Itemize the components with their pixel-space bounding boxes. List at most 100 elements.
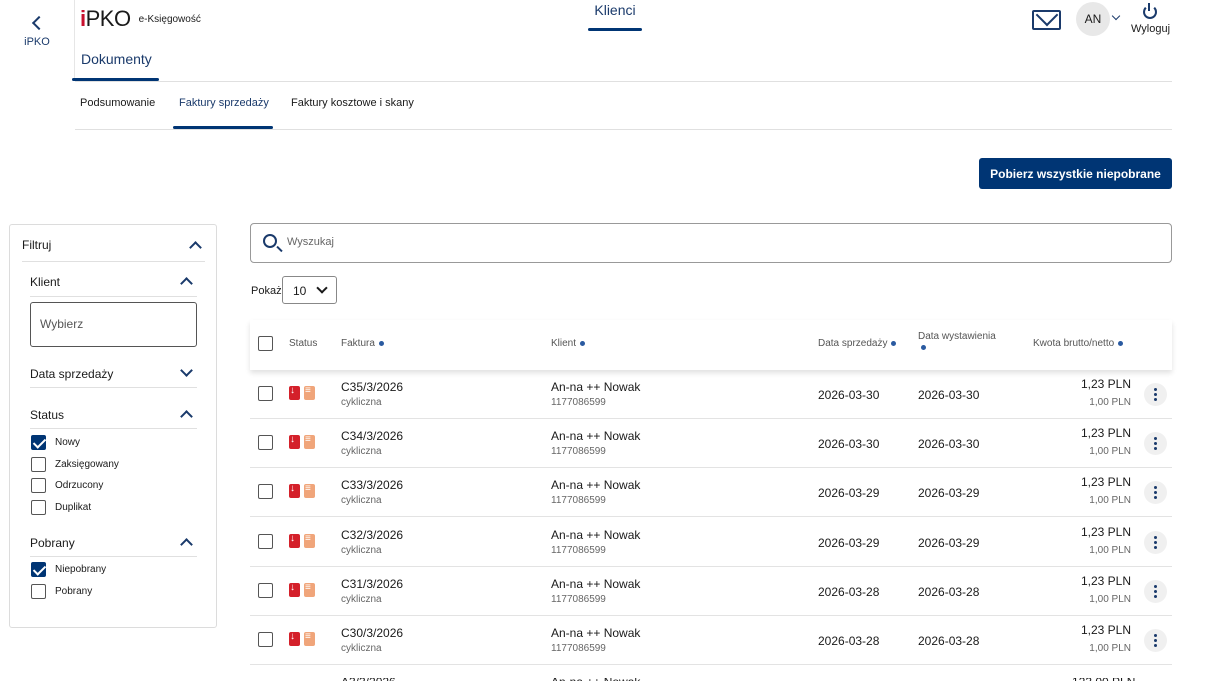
invoice-number[interactable]: C34/3/2026 [341, 429, 403, 443]
invoice-number[interactable]: C31/3/2026 [341, 577, 403, 591]
checkbox-label: Nowy [55, 437, 81, 448]
power-icon[interactable] [1143, 3, 1157, 19]
client-name: An-na ++ Nowak [551, 577, 641, 591]
sort-icon[interactable] [580, 340, 586, 346]
sale-date: 2026-03-29 [818, 486, 880, 500]
pdf-download-icon[interactable] [289, 434, 300, 449]
search-icon [263, 234, 277, 248]
table-row[interactable]: C33/3/2026 cykliczna An-na ++ Nowak 1177086… [250, 468, 1172, 517]
more-options-icon[interactable] [1144, 629, 1167, 652]
table-row[interactable]: C35/3/2026 cykliczna An-na ++ Nowak 1177086… [250, 370, 1172, 419]
more-options-icon[interactable] [1144, 481, 1167, 504]
issue-date: 2026-03-28 [918, 634, 980, 648]
row-checkbox[interactable] [258, 583, 273, 598]
invoice-type: cykliczna [341, 397, 382, 408]
subtab-faktury-sprzedazy[interactable]: Faktury sprzedaży [179, 97, 269, 109]
checkbox-odrzucony[interactable] [31, 478, 46, 493]
row-checkbox[interactable] [258, 632, 273, 647]
document-icon[interactable] [304, 385, 315, 400]
client-select[interactable]: Wybierz [30, 302, 197, 347]
tab-dokumenty[interactable]: Dokumenty [72, 48, 159, 81]
row-checkbox[interactable] [258, 386, 273, 401]
sort-icon[interactable] [1118, 340, 1124, 346]
pdf-download-icon[interactable] [289, 483, 300, 498]
table-row[interactable]: C31/3/2026 cykliczna An-na ++ Nowak 1177086… [250, 567, 1172, 616]
column-sale-date[interactable]: Data sprzedaży [818, 338, 897, 349]
checkbox-zaksiegowany[interactable] [31, 457, 46, 472]
filter-downloaded-label: Pobrany [30, 536, 75, 550]
divider [30, 556, 197, 557]
more-options-icon[interactable] [1144, 531, 1167, 554]
subtab-faktury-kosztowe[interactable]: Faktury kosztowe i skany [291, 97, 414, 109]
document-icon[interactable] [304, 483, 315, 498]
tab-klienci[interactable]: Klienci [588, 0, 642, 31]
document-icon[interactable] [304, 582, 315, 597]
column-invoice-label: Faktura [341, 338, 375, 349]
pdf-download-icon[interactable] [289, 582, 300, 597]
chevron-up-icon[interactable] [180, 410, 193, 423]
column-client[interactable]: Klient [551, 338, 586, 349]
column-amount[interactable]: Kwota brutto/netto [1033, 338, 1124, 349]
pdf-download-icon[interactable] [289, 631, 300, 646]
invoice-number[interactable]: C32/3/2026 [341, 528, 403, 542]
document-icon[interactable] [304, 434, 315, 449]
gross-amount: 1,23 PLN [1080, 426, 1131, 440]
pko-logo: iPKO e-Księgowość [80, 6, 201, 32]
more-options-icon[interactable] [1144, 383, 1167, 406]
more-options-icon[interactable] [1144, 580, 1167, 603]
sale-date: 2026-03-28 [818, 585, 880, 599]
table-row[interactable]: C34/3/2026 cykliczna An-na ++ Nowak 1177086… [250, 419, 1172, 468]
row-checkbox[interactable] [258, 435, 273, 450]
document-icon[interactable] [304, 533, 315, 548]
chevron-up-icon[interactable] [189, 241, 202, 254]
column-invoice[interactable]: Faktura [341, 338, 384, 349]
logo-main: PKO [85, 6, 131, 31]
sale-date: 2026-03-28 [818, 634, 880, 648]
mail-icon[interactable] [1032, 10, 1061, 30]
pdf-download-icon[interactable] [289, 385, 300, 400]
checkbox-nowy[interactable] [31, 435, 46, 450]
logout-button[interactable]: Wyloguj [1131, 23, 1170, 35]
column-issue-date[interactable]: Data wystawienia [918, 331, 996, 353]
gross-amount: 1,23 PLN [1080, 574, 1131, 588]
issue-date: 2026-03-29 [918, 536, 980, 550]
sort-icon[interactable] [891, 340, 897, 346]
table-row[interactable]: C30/3/2026 cykliczna An-na ++ Nowak 1177086… [250, 616, 1172, 665]
gross-amount: 1,23 PLN [1080, 377, 1131, 391]
search-input[interactable]: Wyszukaj [250, 223, 1172, 263]
page-size-label: Pokaż [251, 285, 282, 297]
download-all-button[interactable]: Pobierz wszystkie niepobrane [979, 158, 1172, 189]
sort-icon[interactable] [378, 340, 384, 346]
checkbox-label: Zaksięgowany [55, 459, 119, 470]
chevron-down-icon[interactable] [180, 364, 193, 377]
gross-amount: 1,23 PLN [1080, 475, 1131, 489]
column-client-label: Klient [551, 338, 577, 349]
table-row[interactable]: C32/3/2026 cykliczna An-na ++ Nowak 1177086… [250, 518, 1172, 567]
back-to-ipko[interactable]: iPKO [0, 0, 75, 80]
pdf-download-icon[interactable] [289, 533, 300, 548]
checkbox-niepobrany[interactable] [31, 562, 46, 577]
filter-panel: Filtruj Klient Wybierz Data sprzedaży St… [9, 224, 217, 628]
net-amount: 1,00 PLN [1089, 397, 1131, 408]
chevron-up-icon[interactable] [180, 277, 193, 290]
document-icon[interactable] [304, 631, 315, 646]
subtab-podsumowanie[interactable]: Podsumowanie [80, 97, 155, 109]
invoice-number[interactable]: C35/3/2026 [341, 380, 403, 394]
select-all-checkbox[interactable] [258, 336, 273, 351]
chevron-up-icon[interactable] [180, 538, 193, 551]
column-issue-date-label: Data wystawienia [918, 331, 996, 342]
page-size-select[interactable]: 10 [282, 276, 337, 304]
invoice-number[interactable]: C30/3/2026 [341, 626, 403, 640]
invoice-number[interactable]: C33/3/2026 [341, 478, 403, 492]
more-options-icon[interactable] [1144, 432, 1167, 455]
search-placeholder: Wyszukaj [287, 236, 334, 248]
checkbox-duplikat[interactable] [31, 500, 46, 515]
divider [30, 428, 197, 429]
sort-icon[interactable] [921, 344, 926, 350]
avatar[interactable]: AN [1076, 2, 1110, 36]
checkbox-pobrany[interactable] [31, 584, 46, 599]
divider [30, 296, 197, 297]
row-checkbox[interactable] [258, 484, 273, 499]
row-checkbox[interactable] [258, 534, 273, 549]
chevron-down-icon[interactable] [1111, 11, 1121, 21]
